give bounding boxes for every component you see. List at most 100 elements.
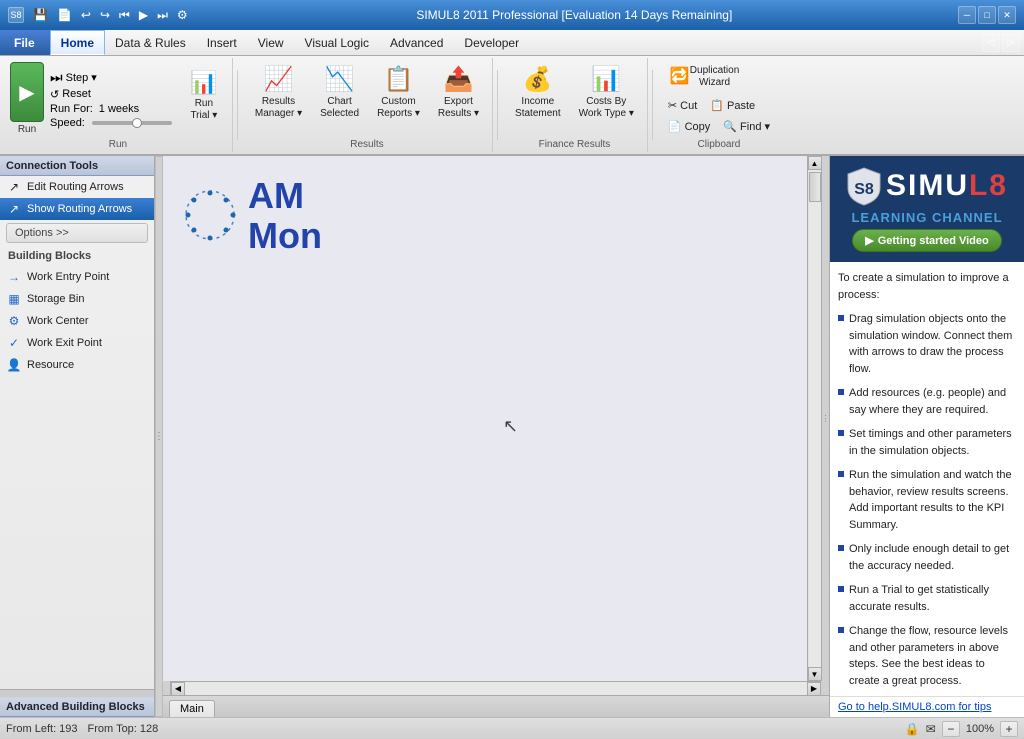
work-center-icon: ⚙ (6, 313, 22, 329)
work-exit-point-item[interactable]: ✓ Work Exit Point (0, 332, 154, 354)
clock-display (183, 188, 238, 243)
scroll-track-h[interactable] (185, 682, 807, 696)
export-results-btn[interactable]: 📤 ExportResults ▾ (431, 60, 486, 132)
redo-btn[interactable]: ↪ (97, 7, 113, 24)
income-statement-btn[interactable]: 💰 IncomeStatement (508, 60, 568, 132)
logo-text-col: SIMUL8 (886, 169, 1008, 203)
edit-routing-arrows-item[interactable]: ↗ Edit Routing Arrows (0, 176, 154, 198)
shield-icon: S8 (846, 166, 882, 206)
am-mon-text: AM Mon (248, 176, 322, 255)
main-tab[interactable]: Main (169, 700, 215, 717)
tip-bullet-4 (838, 471, 844, 477)
storage-bin-item[interactable]: ▦ Storage Bin (0, 288, 154, 310)
work-exit-icon: ✓ (6, 335, 22, 351)
tips-intro: To create a simulation to improve a proc… (838, 270, 1016, 303)
run-label: Run (18, 124, 36, 135)
run-group-content: ▶ Run ⏭ Step ▾ ↺ Reset Run For: (10, 60, 226, 137)
find-btn[interactable]: 🔍 Find ▾ (718, 117, 775, 136)
speed-text: Speed: (50, 117, 85, 129)
duplication-wizard-btn[interactable]: 🔁 DuplicationWizard (663, 60, 746, 94)
scroll-left-btn[interactable]: ◀ (171, 682, 185, 696)
save-btn[interactable]: 💾 (30, 7, 51, 24)
speed-thumb[interactable] (132, 118, 142, 128)
run-controls: ⏭ Step ▾ ↺ Reset Run For: 1 weeks Speed: (50, 69, 176, 129)
menu-visual-logic[interactable]: Visual Logic (295, 30, 381, 55)
advanced-building-blocks-header[interactable]: Advanced Building Blocks (0, 697, 154, 717)
scrollbar-vertical: ▲ ▼ (807, 156, 821, 681)
left-panel: Connection Tools ↗ Edit Routing Arrows ↗… (0, 156, 155, 717)
resource-label: Resource (27, 359, 74, 371)
connection-tools-header[interactable]: Connection Tools (0, 156, 154, 176)
close-btn[interactable]: ✕ (998, 6, 1016, 24)
paste-btn[interactable]: 📋 Paste (705, 96, 760, 115)
skip-end-btn[interactable]: ⏭ (154, 7, 171, 24)
undo-btn[interactable]: ↩ (78, 7, 94, 24)
quick-access-bar: 💾 📄 ↩ ↪ ⏮ ▶ ⏭ ⚙ (30, 7, 191, 24)
tip-text-3: Set timings and other parameters in the … (849, 426, 1016, 459)
tip-text-6: Run a Trial to get statistically accurat… (849, 582, 1016, 615)
help-link[interactable]: Go to help.SIMUL8.com for tips (830, 696, 1024, 717)
nav-right-btn[interactable]: ▷ (1002, 34, 1020, 52)
zoom-in-btn[interactable]: + (1000, 721, 1018, 737)
scroll-track-v[interactable] (809, 170, 821, 667)
costs-work-type-btn[interactable]: 📊 Costs ByWork Type ▾ (572, 60, 641, 132)
scroll-right-btn[interactable]: ▶ (807, 682, 821, 696)
status-right: 🔒 ✉ − 100% + (905, 721, 1018, 737)
am-text: AM (248, 176, 322, 216)
chart-selected-btn[interactable]: 📉 ChartSelected (313, 60, 366, 132)
run-button[interactable]: ▶ (10, 62, 44, 122)
results-manager-btn[interactable]: 📈 ResultsManager ▾ (248, 60, 309, 132)
options-button[interactable]: Options >> (6, 223, 148, 243)
menu-file[interactable]: File (0, 30, 50, 55)
clipboard-group-label: Clipboard (698, 137, 741, 150)
right-expand-handle[interactable]: ⋮ (821, 156, 829, 681)
menu-advanced[interactable]: Advanced (380, 30, 454, 55)
play-btn[interactable]: ▶ (136, 7, 151, 24)
scroll-down-btn[interactable]: ▼ (808, 667, 822, 681)
tip-text-5: Only include enough detail to get the ac… (849, 541, 1016, 574)
menu-data-rules[interactable]: Data & Rules (105, 30, 197, 55)
resource-item[interactable]: 👤 Resource (0, 354, 154, 376)
costs-work-type-icon: 📊 (591, 65, 621, 94)
show-routing-arrows-item[interactable]: ↗ Show Routing Arrows (0, 198, 154, 220)
status-icon1: 🔒 (905, 722, 920, 736)
logo-row: S8 SIMUL8 (846, 166, 1008, 206)
scroll-thumb-v[interactable] (809, 172, 821, 202)
scroll-up-btn[interactable]: ▲ (808, 156, 822, 170)
reset-icon: ↺ (50, 88, 59, 101)
tip-bullet-7 (838, 627, 844, 633)
resize-handle-v[interactable]: ⋮ (155, 156, 163, 717)
from-top-text: From Top: 128 (88, 723, 159, 735)
custom-reports-btn[interactable]: 📋 CustomReports ▾ (370, 60, 427, 132)
skip-start-btn[interactable]: ⏮ (116, 7, 133, 24)
scrollbar-horizontal: ◀ ▶ (171, 681, 821, 695)
income-statement-icon: 💰 (523, 65, 553, 94)
work-center-item[interactable]: ⚙ Work Center (0, 310, 154, 332)
menu-view[interactable]: View (248, 30, 295, 55)
reset-label: Reset (62, 88, 91, 100)
settings-btn[interactable]: ⚙ (174, 7, 191, 24)
play-icon: ▶ (19, 80, 34, 105)
menu-insert[interactable]: Insert (197, 30, 248, 55)
ribbon-group-clipboard: 🔁 DuplicationWizard ✂ Cut 📋 Paste 📄 Copy… (657, 58, 781, 152)
work-entry-point-item[interactable]: → Work Entry Point (0, 266, 154, 288)
new-btn[interactable]: 📄 (54, 7, 75, 24)
minimize-btn[interactable]: ─ (958, 6, 976, 24)
menu-home[interactable]: Home (50, 30, 105, 55)
show-routing-icon: ↗ (6, 201, 22, 217)
getting-started-label: Getting started Video (878, 235, 989, 247)
cut-btn[interactable]: ✂ Cut (663, 96, 702, 115)
menu-developer[interactable]: Developer (454, 30, 530, 55)
copy-btn[interactable]: 📄 Copy (663, 117, 715, 136)
run-trial-btn[interactable]: 📊 RunTrial ▾ (182, 65, 226, 133)
getting-started-btn[interactable]: ▶ Getting started Video (852, 229, 1002, 252)
export-results-icon: 📤 (444, 65, 474, 94)
zoom-out-btn[interactable]: − (942, 721, 960, 737)
nav-left-btn[interactable]: ◁ (982, 34, 1000, 52)
main-tab-label: Main (180, 703, 204, 715)
main-canvas[interactable]: AM Mon ↖ (163, 156, 807, 681)
duplication-wizard-label: DuplicationWizard (690, 65, 739, 89)
resize-handle-h[interactable] (0, 689, 154, 697)
edit-routing-icon: ↗ (6, 179, 22, 195)
restore-btn[interactable]: □ (978, 6, 996, 24)
